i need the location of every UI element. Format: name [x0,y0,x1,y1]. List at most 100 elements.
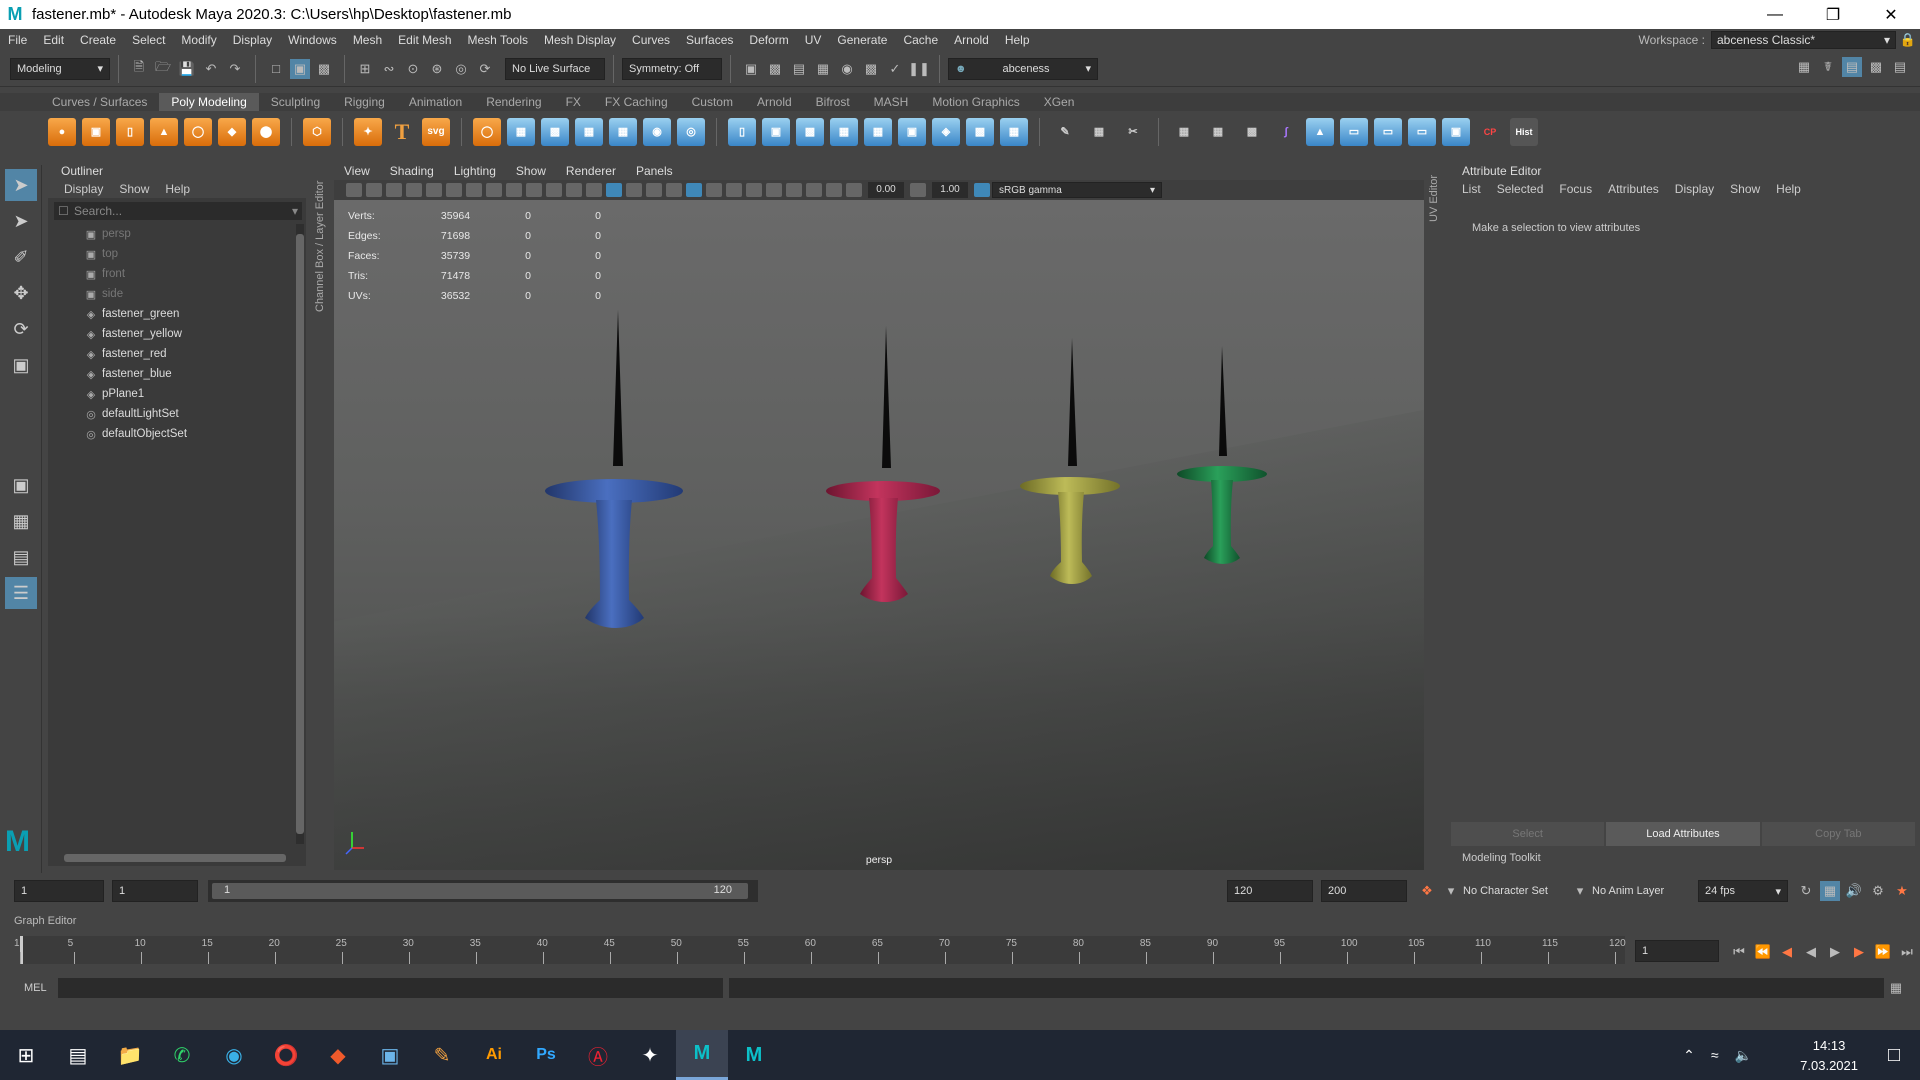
playback-start-field[interactable]: 1 [112,880,198,902]
start-time-field[interactable]: 1 [14,880,104,902]
go-to-start-icon[interactable]: ⏮ [1729,942,1749,962]
fill-hole-icon[interactable]: ▩ [796,117,824,146]
attr-menu-show[interactable]: Show [1722,180,1768,198]
fastener-yellow-model[interactable] [1020,338,1120,584]
render-frame-icon[interactable]: ▩ [765,59,785,79]
zbrush-icon[interactable]: ✦ [624,1030,676,1080]
bridge-icon[interactable]: ▦ [575,117,603,146]
wifi-icon[interactable]: ≈ [1711,1047,1719,1063]
script-editor-icon[interactable]: ▦ [1886,978,1906,998]
shelf-tab-motion-graphics[interactable]: Motion Graphics [920,93,1031,111]
pen-tool-app-icon[interactable]: ✎ [416,1030,468,1080]
unfold-icon[interactable]: ▭ [1408,117,1436,146]
outliner-menu-show[interactable]: Show [111,180,157,198]
outliner-item-default-object-set[interactable]: ◎ defaultObjectSet [48,424,306,444]
shelf-tab-rendering[interactable]: Rendering [474,93,553,111]
viewport-menu-panels[interactable]: Panels [626,162,683,180]
shelf-tab-arnold[interactable]: Arnold [745,93,804,111]
outliner-item-top[interactable]: ▣ top [48,244,306,264]
attr-menu-help[interactable]: Help [1768,180,1809,198]
move-tool-icon[interactable]: ✥ [5,277,37,309]
wireframe-icon[interactable] [586,183,602,197]
xray-icon[interactable] [646,183,662,197]
poly-disc-icon[interactable]: ⬤ [252,117,280,146]
menu-arnold[interactable]: Arnold [946,33,997,47]
shelf-tab-custom[interactable]: Custom [680,93,745,111]
outliner-horizontal-scrollbar[interactable] [64,854,286,862]
menu-generate[interactable]: Generate [829,33,895,47]
photoshop-icon[interactable]: Ps [520,1030,572,1080]
color-management-icon[interactable] [974,183,990,197]
outliner-item-fastener-red[interactable]: ◈ fastener_red [48,344,306,364]
ipr-render-icon[interactable]: ▤ [789,59,809,79]
fastener-blue-model[interactable] [545,310,683,628]
select-hierarchy-icon[interactable]: □ [266,59,286,79]
hypershade-icon[interactable]: ◉ [837,59,857,79]
go-to-end-icon[interactable]: ⏭ [1897,942,1917,962]
cube-uv-icon[interactable]: ▣ [1442,117,1470,146]
viewport-menu-view[interactable]: View [334,162,380,180]
menu-modify[interactable]: Modify [173,33,224,47]
poly-cone-icon[interactable]: ▲ [150,117,178,146]
uv-editor-shelf-icon[interactable]: ▦ [1170,118,1198,146]
live-surface-field[interactable]: No Live Surface [505,57,605,80]
smooth-icon[interactable]: ▩ [541,117,569,146]
maya-taskbar-icon[interactable]: M [728,1030,780,1080]
fastener-red-model[interactable] [826,326,940,602]
shelf-tab-sculpting[interactable]: Sculpting [259,93,332,111]
isolate-select-icon[interactable] [786,183,802,197]
snap-point-icon[interactable]: ⊙ [403,59,423,79]
human-ik-icon[interactable]: ☤ [1818,57,1838,77]
scale-tool-icon[interactable]: ▣ [5,349,37,381]
open-scene-icon[interactable]: 🗁 [153,59,173,79]
poly-plane-icon[interactable]: ◆ [218,117,246,146]
snap-view-icon[interactable]: ⊛ [427,59,447,79]
separate-icon[interactable]: ▦ [507,117,535,146]
restore-button[interactable]: ❐ [1804,0,1862,29]
illustrator-icon[interactable]: Ai [468,1030,520,1080]
mel-command-input[interactable] [58,978,723,998]
xray-joints-icon[interactable] [806,183,822,197]
boolean-union-icon[interactable]: ◉ [643,117,671,146]
bevel-icon[interactable]: ▣ [762,117,790,146]
outliner-vertical-scrollbar[interactable] [296,224,304,844]
outliner-item-default-light-set[interactable]: ◎ defaultLightSet [48,404,306,424]
menu-curves[interactable]: Curves [624,33,678,47]
app-s-icon[interactable]: Ⓐ [572,1030,624,1080]
outliner-layout-icon[interactable]: ☰ [5,577,37,609]
anim-layer-dropdown[interactable]: No Anim Layer [1592,885,1692,897]
outliner-item-side[interactable]: ▣ side [48,284,306,304]
menu-set-dropdown[interactable]: Modeling ▾ [10,57,110,80]
menu-display[interactable]: Display [225,33,280,47]
smooth-shade-icon[interactable] [606,183,622,197]
poly-cube-icon[interactable]: ▣ [82,117,110,146]
playback-end-field[interactable]: 120 [1227,880,1313,902]
save-scene-icon[interactable]: 💾 [177,59,197,79]
depth-of-field-icon[interactable] [766,183,782,197]
outliner-item-fastener-blue[interactable]: ◈ fastener_blue [48,364,306,384]
auto-key-icon[interactable]: ❖ [1417,881,1437,901]
connect-icon[interactable]: ▩ [966,117,994,146]
persp-outliner-layout-icon[interactable]: ▤ [5,541,37,573]
file-explorer-icon[interactable]: 📁 [104,1030,156,1080]
viewport-menu-renderer[interactable]: Renderer [556,162,626,180]
range-slider[interactable]: 1 120 [208,880,758,902]
snap-surface-icon[interactable]: ◎ [451,59,471,79]
soft-mod-icon[interactable]: ▭ [1340,117,1368,146]
menu-mesh-display[interactable]: Mesh Display [536,33,624,47]
menu-windows[interactable]: Windows [280,33,345,47]
viewport-menu-lighting[interactable]: Lighting [444,162,506,180]
wireframe-on-shaded-icon[interactable] [626,183,642,197]
ambient-occlusion-icon[interactable] [706,183,722,197]
menu-cache[interactable]: Cache [895,33,946,47]
mirror-icon[interactable]: ▯ [728,117,756,146]
super-shape-icon[interactable]: ✦ [354,117,382,146]
edge-browser-icon[interactable]: ◉ [208,1030,260,1080]
arnold-render-icon[interactable]: ▩ [861,59,881,79]
outliner-item-pplane1[interactable]: ◈ pPlane1 [48,384,306,404]
render-settings-icon[interactable]: ▦ [813,59,833,79]
character-set-dropdown-icon[interactable]: ▾ [1441,881,1461,901]
render-view-icon[interactable]: ▣ [741,59,761,79]
undo-icon[interactable]: ↶ [201,59,221,79]
whatsapp-icon[interactable]: ✆ [156,1030,208,1080]
